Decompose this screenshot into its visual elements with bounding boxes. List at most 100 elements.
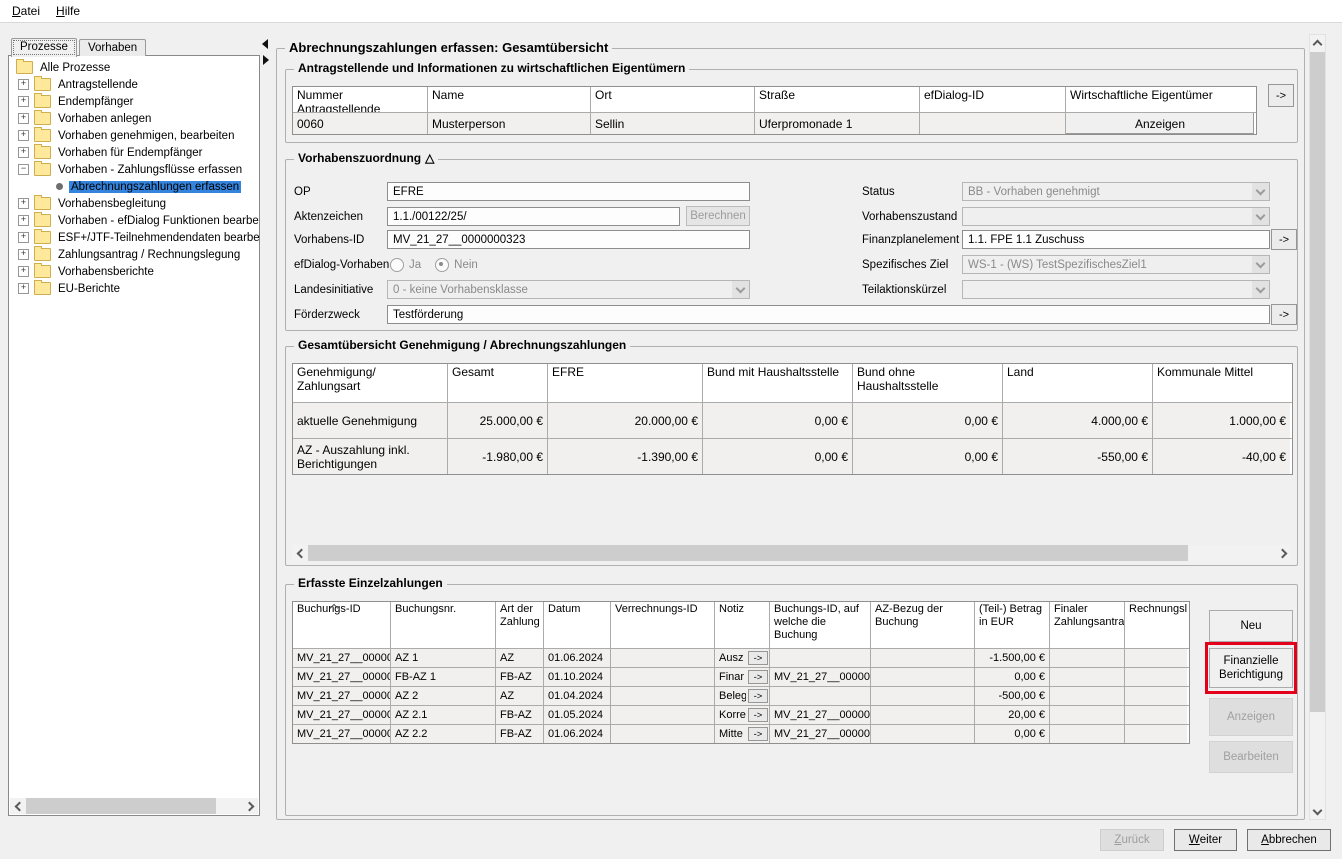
landesinitiative-combo: 0 - keine Vorhabensklasse xyxy=(387,280,750,299)
expand-icon[interactable]: + xyxy=(18,79,29,90)
sidebar-splitter[interactable] xyxy=(262,34,270,816)
anzeigen-cell-button[interactable]: Anzeigen xyxy=(1066,113,1254,134)
scroll-down-icon[interactable] xyxy=(1310,803,1325,819)
aktenzeichen-field[interactable]: 1.1./00122/25/ xyxy=(387,207,680,226)
tab-vorhaben[interactable]: Vorhaben xyxy=(79,39,146,56)
finanzielle-berichtigung-button[interactable]: Finanzielle Berichtigung xyxy=(1209,648,1293,688)
tree-item-antragstellende[interactable]: + Antragstellende xyxy=(9,76,259,93)
expand-icon[interactable]: + xyxy=(18,130,29,141)
payment-row[interactable]: MV_21_27__00000000 FB-AZ 1 FB-AZ 01.10.2… xyxy=(293,668,1189,687)
folder-icon xyxy=(34,78,51,91)
expand-icon[interactable]: + xyxy=(18,232,29,243)
aktenzeichen-label: Aktenzeichen xyxy=(294,211,363,223)
applicants-section-title: Antragstellende und Informationen zu wir… xyxy=(294,61,689,75)
tree-item-esf-jtf[interactable]: + ESF+/JTF-Teilnehmendendaten bearbeiten xyxy=(9,229,259,246)
finanzplanelement-detail-button[interactable]: -> xyxy=(1271,229,1297,250)
tree-item-vorhaben-endempfaenger[interactable]: + Vorhaben für Endempfänger xyxy=(9,144,259,161)
tree-item-vorhabensberichte[interactable]: + Vorhabensberichte xyxy=(9,263,259,280)
main-vertical-scrollbar[interactable] xyxy=(1309,34,1326,820)
notiz-open-button[interactable]: -> xyxy=(748,689,768,703)
column-header: Bund ohne Haushaltsstelle xyxy=(853,364,1003,402)
folder-icon xyxy=(34,214,51,227)
scrollbar-thumb[interactable] xyxy=(26,798,216,814)
op-field[interactable]: EFRE xyxy=(387,182,750,201)
expand-icon[interactable]: + xyxy=(18,283,29,294)
column-header[interactable]: (Teil-) Betrag in EUR xyxy=(975,602,1050,648)
expand-icon[interactable]: + xyxy=(18,96,29,107)
scroll-left-icon[interactable] xyxy=(10,798,26,814)
notiz-open-button[interactable]: -> xyxy=(748,727,768,741)
column-header[interactable]: Buchungsnr. xyxy=(391,602,496,648)
abbrechen-button[interactable]: Abbrechen xyxy=(1247,829,1331,851)
scroll-up-icon[interactable] xyxy=(1310,35,1325,51)
scrollbar-thumb[interactable] xyxy=(308,545,1188,561)
column-header[interactable]: Art der Zahlung xyxy=(496,602,544,648)
scrollbar-thumb[interactable] xyxy=(1310,52,1325,712)
finanzplanelement-field[interactable]: 1.1. FPE 1.1 Zuschuss xyxy=(962,230,1270,249)
finanzplanelement-label: Finanzplanelement xyxy=(862,234,959,246)
column-header-sorted[interactable]: Buchungs-ID xyxy=(293,602,391,648)
tree-item-abrechnungszahlungen[interactable]: Abrechnungszahlungen erfassen xyxy=(9,178,259,195)
neu-button[interactable]: Neu xyxy=(1209,610,1293,642)
tree-item-endempfaenger[interactable]: + Endempfänger xyxy=(9,93,259,110)
payment-row[interactable]: MV_21_27__00000000 AZ 2.1 FB-AZ 01.05.20… xyxy=(293,706,1189,725)
scroll-right-icon[interactable] xyxy=(1275,545,1291,561)
notiz-open-button[interactable]: -> xyxy=(748,651,768,665)
overview-horizontal-scrollbar[interactable] xyxy=(292,545,1291,561)
sidebar-tabs: Prozesse Vorhaben xyxy=(8,34,260,56)
applicant-detail-button[interactable]: -> xyxy=(1268,84,1294,107)
bullet-icon xyxy=(56,183,63,190)
tree-item-zahlungsantrag[interactable]: + Zahlungsantrag / Rechnungslegung xyxy=(9,246,259,263)
notiz-open-button[interactable]: -> xyxy=(748,670,768,684)
overview-row-genehmigung[interactable]: aktuelle Genehmigung 25.000,00 € 20.000,… xyxy=(293,403,1292,439)
column-header[interactable]: Rechnungslegung xyxy=(1125,602,1187,648)
column-header[interactable]: Datum xyxy=(544,602,611,648)
tree-item-vorhaben-anlegen[interactable]: + Vorhaben anlegen xyxy=(9,110,259,127)
folder-icon xyxy=(34,282,51,295)
payment-row[interactable]: MV_21_27__00000000 AZ 2 AZ 01.04.2024 Be… xyxy=(293,687,1189,706)
folder-icon xyxy=(34,231,51,244)
expand-icon[interactable]: + xyxy=(18,147,29,158)
menu-datei[interactable]: Datei xyxy=(4,1,48,21)
payment-row[interactable]: MV_21_27__00000000 AZ 1 AZ 01.06.2024 Au… xyxy=(293,649,1189,668)
foerderzweck-field[interactable]: Testförderung xyxy=(387,305,1270,324)
expand-icon[interactable]: + xyxy=(18,249,29,260)
overview-row-auszahlung[interactable]: AZ - Auszahlung inkl. Berichtigungen -1.… xyxy=(293,439,1292,474)
tree-item-vorhaben-genehmigen[interactable]: + Vorhaben genehmigen, bearbeiten xyxy=(9,127,259,144)
payment-row[interactable]: MV_21_27__00000000 AZ 2.2 FB-AZ 01.06.20… xyxy=(293,725,1189,743)
tree-item-vorhabensbegleitung[interactable]: + Vorhabensbegleitung xyxy=(9,195,259,212)
column-header[interactable]: Buchungs-ID, auf welche die Buchung xyxy=(770,602,871,648)
notiz-open-button[interactable]: -> xyxy=(748,708,768,722)
column-header[interactable]: AZ-Bezug der Buchung xyxy=(871,602,975,648)
chevron-down-icon xyxy=(1252,208,1269,225)
expand-icon[interactable]: + xyxy=(18,198,29,209)
menu-hilfe[interactable]: Hilfe xyxy=(48,1,88,21)
tab-prozesse[interactable]: Prozesse xyxy=(11,38,77,57)
tree-item-alle-prozesse[interactable]: Alle Prozesse xyxy=(9,59,259,76)
payments-section-title: Erfasste Einzelzahlungen xyxy=(294,576,447,590)
sidebar-horizontal-scrollbar[interactable] xyxy=(10,798,258,814)
collapse-left-icon[interactable] xyxy=(262,39,268,49)
expand-icon[interactable]: + xyxy=(18,266,29,277)
vorhabens-id-field[interactable]: MV_21_27__0000000323 xyxy=(387,230,750,249)
tree-item-efdialog-funktionen[interactable]: + Vorhaben - efDialog Funktionen bearbei… xyxy=(9,212,259,229)
expand-icon[interactable]: + xyxy=(18,113,29,124)
applicant-row[interactable]: 0060 Musterperson Sellin Uferpromonade 1… xyxy=(293,113,1256,134)
scroll-left-icon[interactable] xyxy=(292,545,308,561)
collapse-icon[interactable]: − xyxy=(18,164,29,175)
notiz-cell: Beleg-> xyxy=(715,687,770,705)
column-header[interactable]: Notiz xyxy=(715,602,770,648)
applicant-city: Sellin xyxy=(591,113,755,134)
weiter-button[interactable]: Weiter xyxy=(1174,829,1237,851)
expand-icon[interactable]: + xyxy=(18,215,29,226)
gesamtuebersicht-groupbox: Abrechnungszahlungen erfassen: Gesamtübe… xyxy=(276,48,1305,820)
column-header[interactable]: Verrechnungs-ID xyxy=(611,602,715,648)
scroll-right-icon[interactable] xyxy=(242,798,258,814)
expand-right-icon[interactable] xyxy=(263,55,269,65)
tree-item-zahlungsfluesse[interactable]: − Vorhaben - Zahlungsflüsse erfassen xyxy=(9,161,259,178)
radio-ja xyxy=(390,258,404,272)
foerderzweck-detail-button[interactable]: -> xyxy=(1271,304,1297,325)
column-header[interactable]: Finaler Zahlungsantrag xyxy=(1050,602,1125,648)
tree-item-eu-berichte[interactable]: + EU-Berichte xyxy=(9,280,259,297)
folder-icon xyxy=(34,248,51,261)
